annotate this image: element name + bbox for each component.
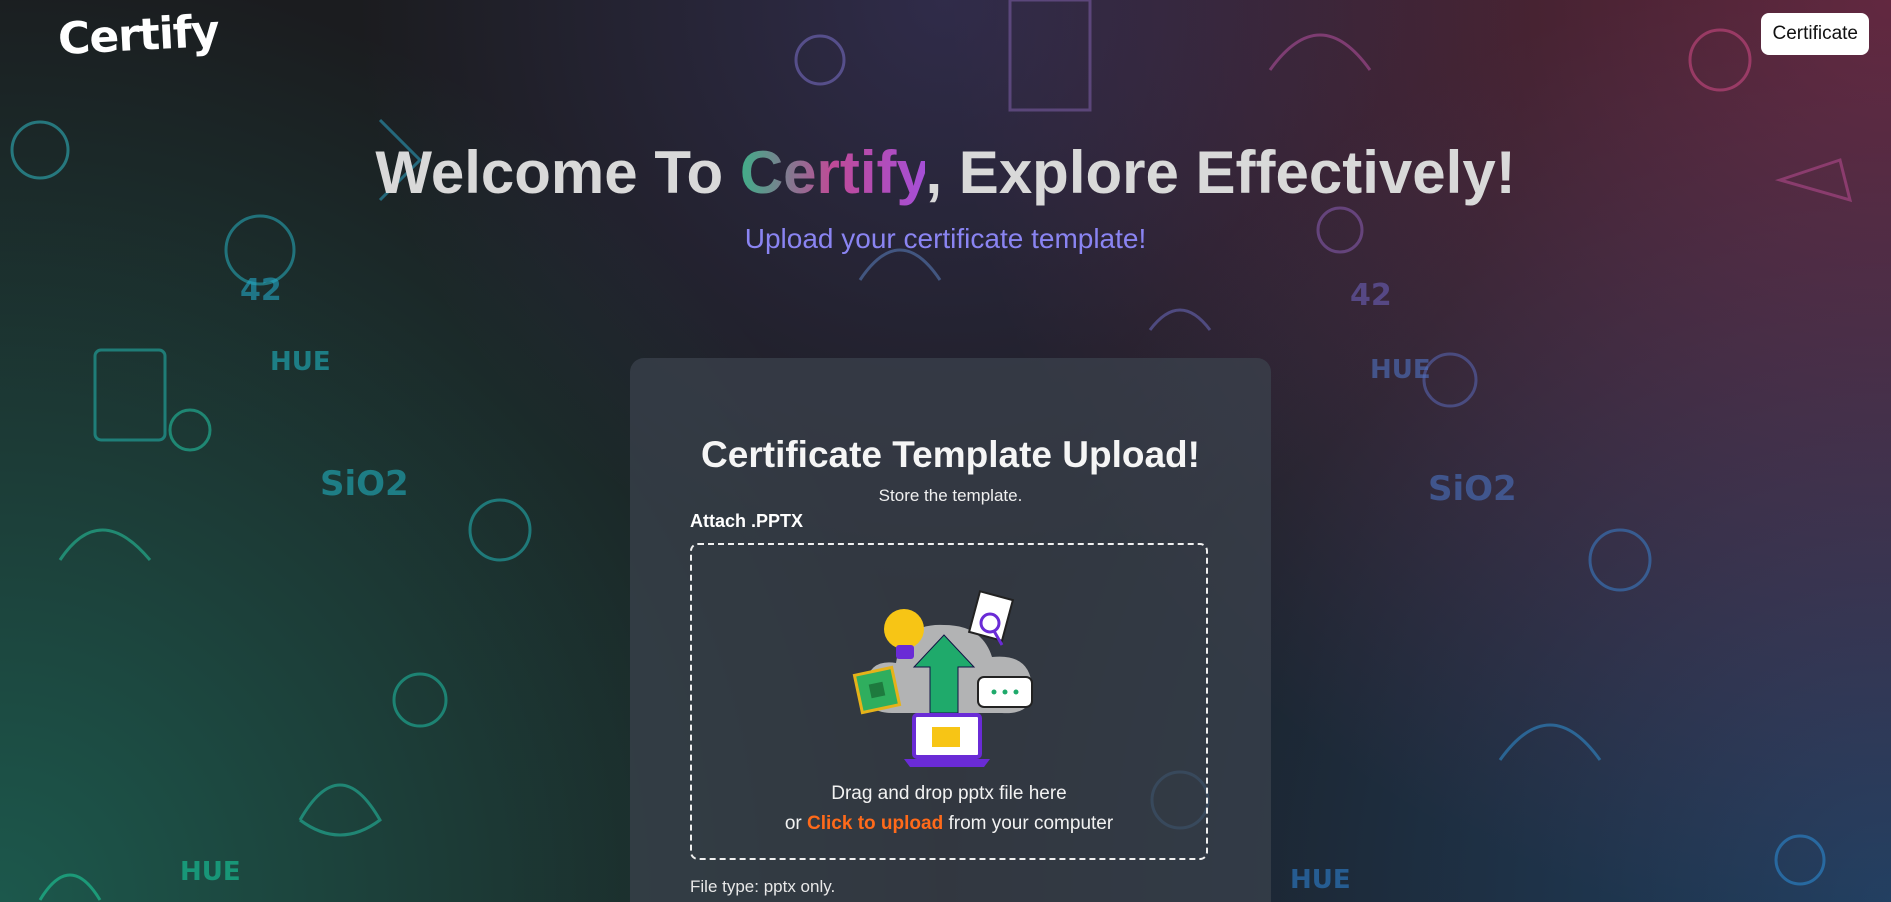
- click-to-upload-link[interactable]: Click to upload: [807, 813, 943, 834]
- hero-subtitle: Upload your certificate template!: [744, 223, 1147, 254]
- svg-text:HUE: HUE: [180, 857, 241, 887]
- upload-instructions: or Click to upload from your computer: [692, 813, 1206, 835]
- chat-bubble-icon: [977, 676, 1033, 708]
- attach-pptx-label: Attach .PPTX: [690, 511, 804, 531]
- hero-title-brand: Certify: [739, 139, 926, 206]
- card-subtitle: Store the template.: [878, 486, 1023, 505]
- file-type-note: File type: pptx only.: [690, 877, 836, 896]
- cloud-upload-icon: [852, 590, 1033, 767]
- drop-instructions: Drag and drop pptx file here: [831, 783, 1067, 804]
- svg-text:42: 42: [240, 273, 282, 308]
- hero-title-prefix: Welcome To: [375, 139, 740, 206]
- certify-logo[interactable]: Certify: [57, 6, 220, 65]
- certificate-nav-button[interactable]: Certificate: [1761, 13, 1869, 55]
- laptop-icon: [904, 713, 990, 767]
- svg-text:HUE: HUE: [270, 347, 331, 377]
- upload-suffix: from your computer: [943, 813, 1114, 834]
- hero-title-suffix: , Explore Effectively!: [925, 139, 1516, 206]
- upload-card: Certificate Template Upload! Store the t…: [630, 358, 1271, 902]
- chip-icon: [852, 665, 902, 715]
- svg-text:HUE: HUE: [1370, 355, 1431, 385]
- svg-text:HUE: HUE: [1290, 865, 1351, 895]
- card-title: Certificate Template Upload!: [701, 434, 1200, 475]
- svg-text:SiO2: SiO2: [320, 464, 409, 504]
- svg-text:SiO2: SiO2: [1428, 469, 1517, 509]
- file-dropzone[interactable]: Drag and drop pptx file here or Click to…: [690, 543, 1208, 860]
- hero-title: Welcome To Certify, Explore Effectively!: [0, 138, 1891, 207]
- svg-text:42: 42: [1350, 278, 1392, 313]
- upload-prefix: or: [784, 813, 807, 834]
